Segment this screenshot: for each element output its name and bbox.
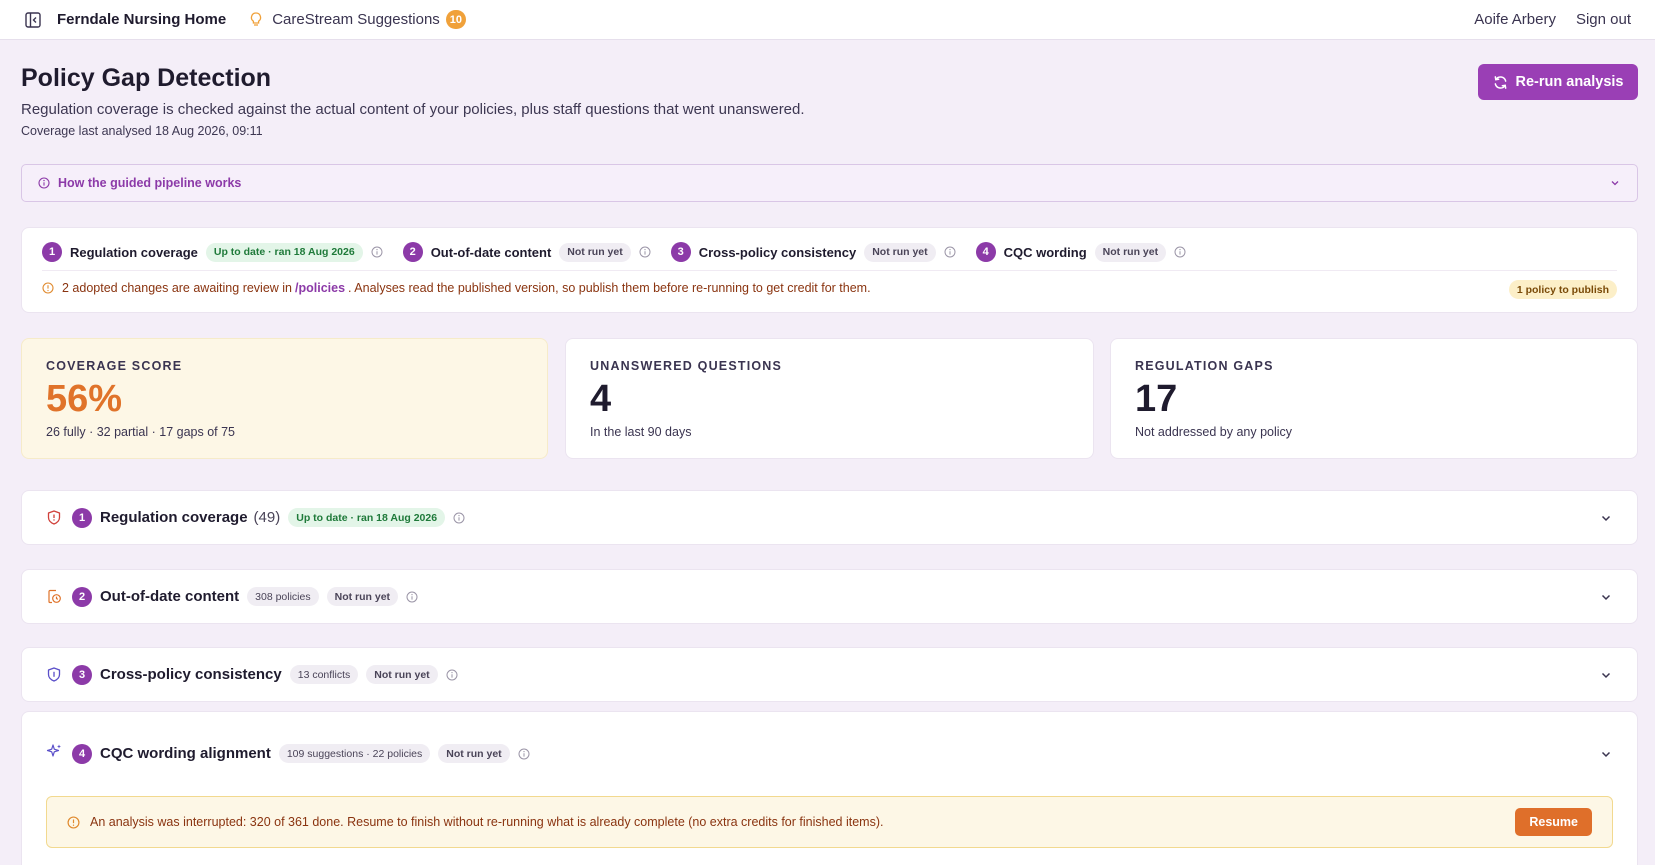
- section-number: 1: [72, 507, 92, 528]
- step-status-badge: Not run yet: [559, 242, 631, 262]
- coverage-score-value: 56%: [46, 378, 123, 420]
- section-number: 2: [72, 586, 92, 607]
- policies-to-publish-badge[interactable]: 1 policy to publish: [1508, 280, 1617, 299]
- user-menu: Aoife Arbery Sign out: [1474, 11, 1631, 28]
- publish-warning-text-end: . Analyses read the published version, s…: [348, 281, 871, 295]
- section-title: Out-of-date content: [100, 588, 240, 605]
- page-description: Regulation coverage is checked against t…: [21, 101, 805, 118]
- document-clock-icon: [46, 589, 62, 605]
- section-title: CQC wording alignment: [100, 745, 271, 762]
- user-name: Aoife Arbery: [1474, 11, 1556, 28]
- top-bar: Ferndale Nursing Home CareStream Suggest…: [0, 0, 1655, 40]
- last-analysed-text: Coverage last analysed 18 Aug 2026, 09:1…: [21, 124, 263, 138]
- policies-link[interactable]: /policies: [295, 281, 345, 295]
- section-title: Regulation coverage: [100, 509, 248, 526]
- chevron-down-icon: [1599, 747, 1613, 761]
- regulation-gaps-value: 17: [1135, 378, 1178, 420]
- pipeline-step-cross-policy-consistency[interactable]: 3 Cross-policy consistency Not run yet: [670, 242, 956, 262]
- section-number: 3: [72, 664, 92, 685]
- section-status-badge: Not run yet: [326, 587, 399, 606]
- lightbulb-icon: [250, 12, 264, 28]
- section-title: Cross-policy consistency: [100, 666, 282, 683]
- section-tag: 13 conflicts: [289, 665, 359, 684]
- pipeline-status-card: 1 Regulation coverage Up to date · ran 1…: [21, 227, 1638, 313]
- coverage-score-card: COVERAGE SCORE 56% 26 fully · 32 partial…: [21, 338, 548, 459]
- info-icon[interactable]: [944, 246, 956, 258]
- section-cqc-wording-alignment: 4 CQC wording alignment 109 suggestions …: [21, 711, 1638, 865]
- info-icon[interactable]: [453, 512, 465, 524]
- suggestions-label: CareStream Suggestions: [272, 11, 440, 28]
- interrupted-message: An analysis was interrupted: 320 of 361 …: [90, 815, 884, 829]
- step-status-badge: Not run yet: [864, 242, 936, 262]
- step-name: CQC wording: [1003, 244, 1087, 260]
- warning-circle-icon: [67, 815, 80, 829]
- section-regulation-coverage[interactable]: 1 Regulation coverage (49) Up to date · …: [21, 490, 1638, 545]
- chevron-down-icon: [1599, 590, 1613, 604]
- sidebar-toggle-icon[interactable]: [24, 11, 42, 29]
- info-icon[interactable]: [639, 246, 651, 258]
- info-icon[interactable]: [1174, 246, 1186, 258]
- stat-subtext: In the last 90 days: [590, 425, 692, 439]
- refresh-icon: [1493, 75, 1508, 90]
- publish-warning-text: 2 adopted changes are awaiting review in: [62, 281, 293, 295]
- stat-label: UNANSWERED QUESTIONS: [590, 359, 783, 373]
- stat-label: COVERAGE SCORE: [46, 359, 183, 373]
- chevron-down-icon: [1609, 177, 1621, 189]
- info-icon: [38, 177, 50, 189]
- section-cross-policy-consistency[interactable]: 3 Cross-policy consistency 13 conflicts …: [21, 647, 1638, 702]
- pipeline-steps: 1 Regulation coverage Up to date · ran 1…: [42, 240, 1206, 264]
- resume-button[interactable]: Resume: [1515, 808, 1592, 836]
- step-status-badge: Not run yet: [1094, 242, 1167, 262]
- section-status-badge: Not run yet: [438, 744, 510, 763]
- carestream-suggestions-link[interactable]: CareStream Suggestions 10: [250, 10, 467, 29]
- stat-label: REGULATION GAPS: [1135, 359, 1274, 373]
- step-name: Out-of-date content: [430, 244, 552, 260]
- section-out-of-date-content[interactable]: 2 Out-of-date content 308 policies Not r…: [21, 569, 1638, 624]
- step-name: Cross-policy consistency: [698, 244, 857, 260]
- step-status-badge: Up to date · ran 18 Aug 2026: [205, 242, 363, 262]
- how-it-works-accordion[interactable]: How the guided pipeline works: [21, 164, 1638, 202]
- step-name: Regulation coverage: [70, 244, 198, 260]
- regulation-gaps-card: REGULATION GAPS 17 Not addressed by any …: [1110, 338, 1638, 459]
- rerun-analysis-button[interactable]: Re-run analysis: [1478, 64, 1638, 100]
- suggestions-count-badge: 10: [445, 10, 467, 29]
- step-number: 4: [975, 242, 996, 262]
- shield-alert-icon: [46, 510, 62, 526]
- step-number: 3: [670, 242, 691, 262]
- rerun-analysis-label: Re-run analysis: [1515, 74, 1624, 90]
- section-number: 4: [72, 743, 92, 764]
- stat-subtext: 26 fully · 32 partial · 17 gaps of 75: [46, 425, 236, 439]
- sign-out-link[interactable]: Sign out: [1576, 11, 1631, 28]
- section-tag: 308 policies: [247, 587, 319, 606]
- publish-warning: 2 adopted changes are awaiting review in…: [42, 281, 871, 295]
- org-name[interactable]: Ferndale Nursing Home: [57, 11, 226, 28]
- shield-icon: [46, 667, 62, 683]
- how-it-works-label: How the guided pipeline works: [58, 176, 242, 190]
- section-header[interactable]: 4 CQC wording alignment 109 suggestions …: [22, 712, 1637, 795]
- section-tag: 109 suggestions · 22 policies: [278, 744, 431, 763]
- unanswered-questions-value: 4: [590, 378, 612, 420]
- pipeline-step-cqc-wording[interactable]: 4 CQC wording Not run yet: [975, 242, 1186, 262]
- divider: [42, 270, 1617, 271]
- info-icon[interactable]: [371, 246, 383, 258]
- unanswered-questions-card: UNANSWERED QUESTIONS 4 In the last 90 da…: [565, 338, 1094, 459]
- info-icon[interactable]: [518, 748, 530, 760]
- info-icon[interactable]: [446, 669, 458, 681]
- section-status-badge: Not run yet: [366, 665, 438, 684]
- pipeline-step-out-of-date-content[interactable]: 2 Out-of-date content Not run yet: [402, 242, 651, 262]
- chevron-down-icon: [1599, 668, 1613, 682]
- stat-subtext: Not addressed by any policy: [1135, 425, 1293, 439]
- warning-circle-icon: [42, 282, 54, 294]
- step-number: 2: [402, 242, 423, 262]
- sparkles-icon: [46, 743, 62, 764]
- step-number: 1: [42, 242, 62, 262]
- section-count: (49): [253, 509, 281, 526]
- page-title: Policy Gap Detection: [21, 64, 272, 92]
- interrupted-analysis-banner: An analysis was interrupted: 320 of 361 …: [46, 796, 1613, 848]
- pipeline-step-regulation-coverage[interactable]: 1 Regulation coverage Up to date · ran 1…: [42, 242, 383, 262]
- info-icon[interactable]: [406, 591, 418, 603]
- chevron-down-icon: [1599, 511, 1613, 525]
- section-status-badge: Up to date · ran 18 Aug 2026: [288, 508, 446, 527]
